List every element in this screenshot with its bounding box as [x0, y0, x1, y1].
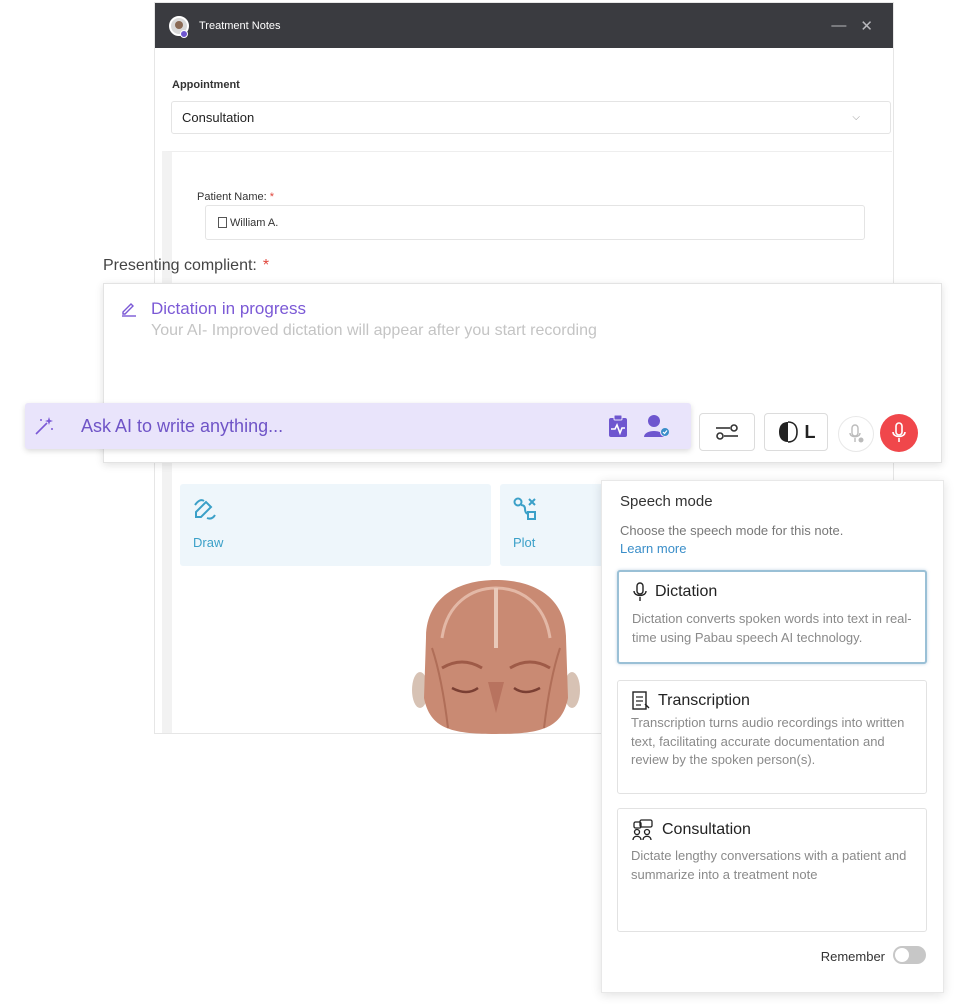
plot-tile[interactable]: Plot [500, 484, 610, 566]
draw-label: Draw [193, 535, 224, 550]
brain-icon [778, 421, 798, 443]
settings-button[interactable] [699, 413, 755, 451]
option-description: Dictation converts spoken words into tex… [632, 611, 912, 645]
ask-ai-bar[interactable]: Ask AI to write anything... [25, 403, 691, 449]
appointment-label: Appointment [172, 79, 240, 91]
patient-name-label: Patient Name: * [197, 191, 275, 203]
speech-mode-title: Speech mode [620, 493, 713, 510]
lock-badge-icon [180, 30, 188, 38]
ai-model-button[interactable]: L [764, 413, 828, 451]
face-anatomy-image[interactable] [412, 578, 580, 734]
presenting-complaint-label: Presenting complient: * [103, 257, 270, 274]
learn-more-link[interactable]: Learn more [620, 541, 686, 556]
ask-ai-input[interactable]: Ask AI to write anything... [81, 416, 283, 437]
appointment-select[interactable]: Consultation ⌵ [171, 101, 891, 134]
user-check-icon[interactable] [643, 414, 671, 438]
option-consultation[interactable]: Consultation Dictate lengthy conversatio… [617, 808, 927, 932]
clipboard-pulse-icon[interactable] [607, 414, 629, 438]
draw-icon [194, 499, 216, 520]
microphone-gear-icon [849, 424, 864, 443]
document-text-icon [632, 691, 650, 710]
document-icon [218, 217, 227, 228]
appointment-value: Consultation [182, 110, 255, 125]
option-title: Dictation [655, 583, 718, 600]
microphone-icon [633, 582, 647, 601]
pencil-icon [122, 303, 136, 317]
option-title: Consultation [662, 821, 751, 838]
minimize-icon[interactable]: — [831, 17, 846, 35]
option-title: Transcription [658, 692, 750, 709]
chevron-down-icon: ⌵ [852, 112, 860, 123]
option-description: Dictate lengthy conversations with a pat… [631, 848, 907, 882]
remember-toggle[interactable] [893, 946, 926, 964]
option-transcription[interactable]: Transcription Transcription turns audio … [617, 680, 927, 794]
patient-name-field[interactable]: William A. [205, 205, 865, 240]
plot-label: Plot [513, 535, 536, 550]
sliders-icon [716, 424, 738, 440]
speech-mode-description: Choose the speech mode for this note. [620, 523, 844, 538]
model-letter: L [804, 421, 816, 442]
option-description: Transcription turns audio recordings int… [631, 715, 905, 767]
window-title: Treatment Notes [199, 19, 281, 32]
remember-label: Remember [820, 949, 885, 964]
people-chat-icon [632, 819, 653, 841]
draw-tile[interactable]: Draw [180, 484, 491, 566]
option-dictation[interactable]: Dictation Dictation converts spoken word… [617, 570, 927, 664]
microphone-icon [892, 422, 906, 442]
mic-settings-button[interactable] [838, 416, 874, 452]
patient-name-value: William A. [230, 216, 279, 229]
dictation-subtitle: Your AI- Improved dictation will appear … [151, 322, 597, 339]
record-button[interactable] [880, 414, 918, 452]
speech-mode-panel: Speech mode Choose the speech mode for t… [601, 480, 944, 993]
magic-wand-icon [35, 417, 53, 435]
title-bar: Treatment Notes — ✕ [155, 3, 893, 48]
close-icon[interactable]: ✕ [860, 17, 873, 35]
plot-icon [513, 497, 536, 520]
dictation-title: Dictation in progress [151, 299, 306, 318]
